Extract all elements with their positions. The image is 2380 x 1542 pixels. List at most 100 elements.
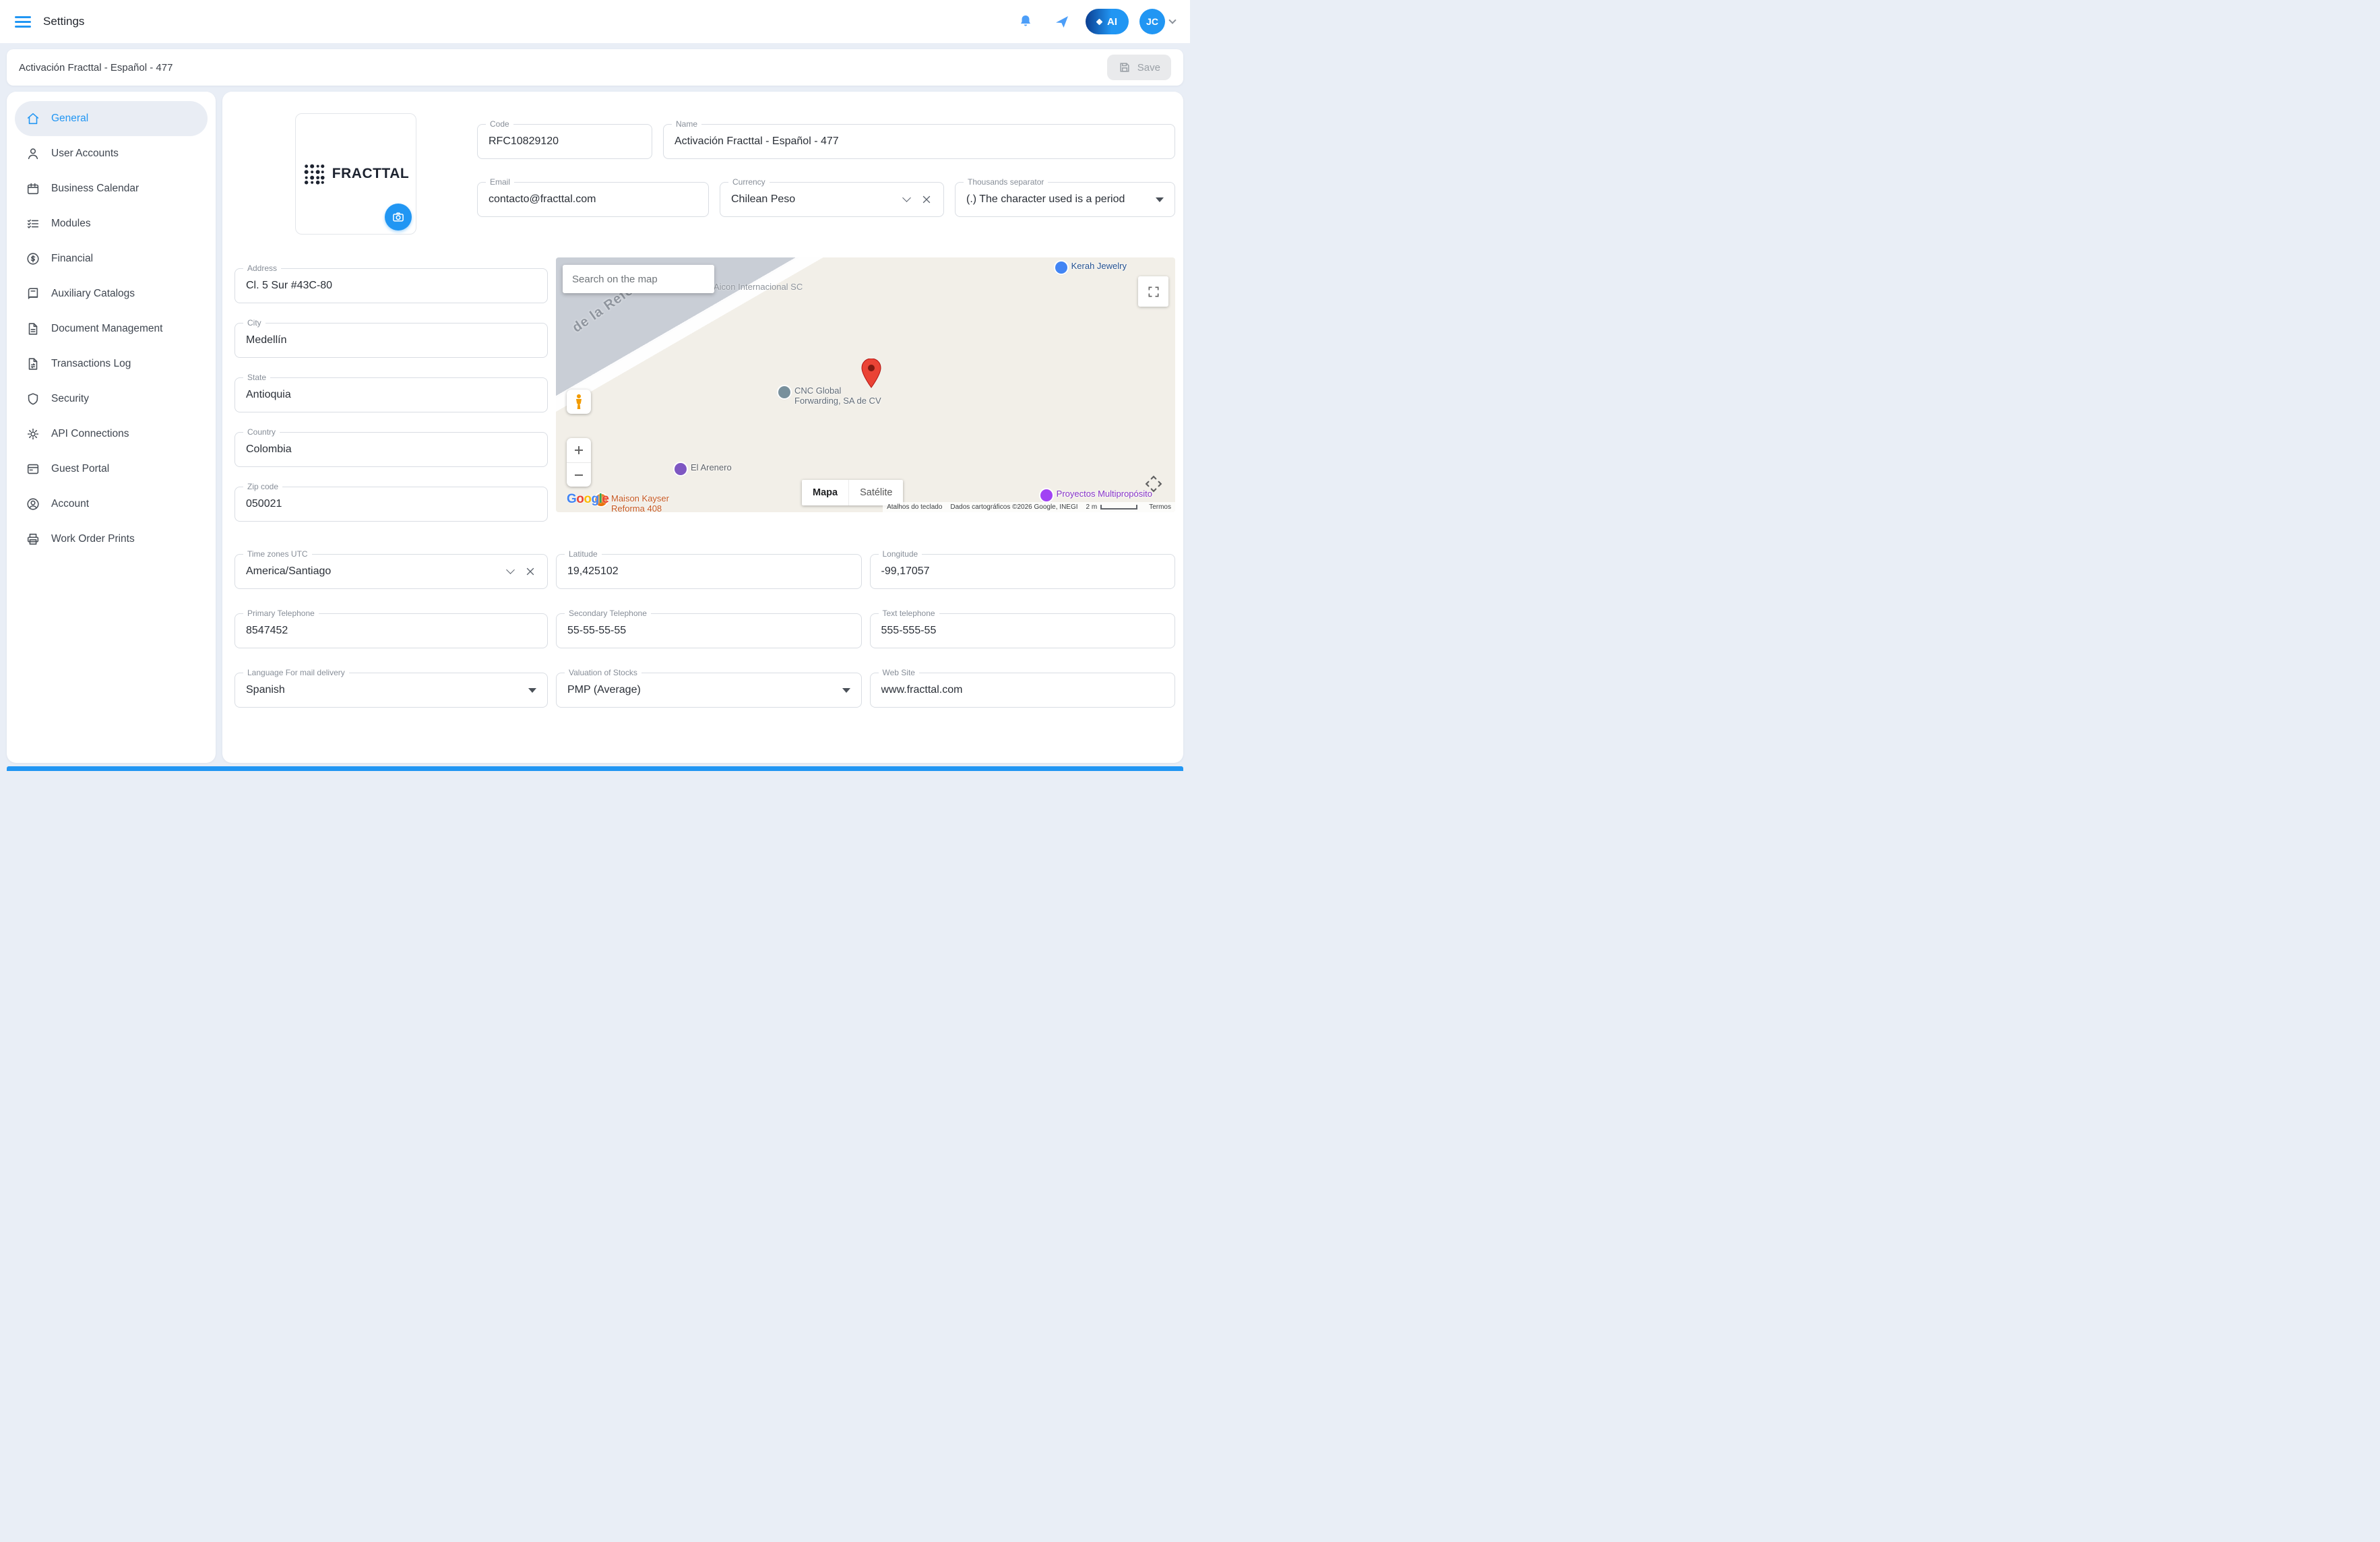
- sidebar-item-business-calendar[interactable]: Business Calendar: [15, 171, 208, 206]
- city-input[interactable]: [246, 334, 536, 346]
- timezone-select[interactable]: Time zones UTC America/Santiago: [234, 549, 548, 589]
- zip-code-field[interactable]: Zip code: [234, 482, 548, 522]
- poi-aicon-label[interactable]: Aicon Internacional SC: [714, 282, 803, 292]
- field-label: Valuation of Stocks: [565, 668, 641, 677]
- secondary-telephone-field[interactable]: Secondary Telephone: [556, 609, 862, 648]
- zoom-out-button[interactable]: [567, 462, 591, 487]
- sidebar-item-user-accounts[interactable]: User Accounts: [15, 136, 208, 171]
- sparkle-icon: [1096, 18, 1103, 25]
- text-telephone-field[interactable]: Text telephone: [869, 609, 1175, 648]
- poi-kerah[interactable]: Kerah Jewelry: [1055, 261, 1127, 274]
- clear-icon[interactable]: [524, 565, 536, 578]
- longitude-input[interactable]: [881, 565, 1164, 578]
- sidebar-item-label: Business Calendar: [51, 183, 139, 194]
- ai-assistant-button[interactable]: AI: [1086, 9, 1129, 34]
- pan-arrows-icon: [1145, 475, 1162, 493]
- map-type-mapa-button[interactable]: Mapa: [802, 480, 848, 505]
- website-input[interactable]: [881, 684, 1164, 696]
- sidebar-item-guest-portal[interactable]: Guest Portal: [15, 452, 208, 487]
- latitude-input[interactable]: [567, 565, 850, 578]
- sidebar-item-label: Work Order Prints: [51, 533, 135, 545]
- home-icon: [27, 113, 39, 125]
- sidebar-item-transactions-log[interactable]: Transactions Log: [15, 346, 208, 381]
- state-input[interactable]: [246, 389, 536, 401]
- map-pan-control[interactable]: [1140, 470, 1167, 497]
- sidebar-item-security[interactable]: Security: [15, 381, 208, 417]
- name-input[interactable]: [675, 135, 1164, 148]
- primary-telephone-input[interactable]: [246, 625, 536, 637]
- dropdown-arrow-icon: [528, 687, 536, 693]
- poi-proyectos[interactable]: Proyectos Multipropósito: [1040, 489, 1152, 501]
- email-input[interactable]: [489, 193, 697, 206]
- sidebar-item-label: Security: [51, 393, 89, 404]
- field-label: Zip code: [243, 482, 283, 491]
- zip-code-input[interactable]: [246, 498, 536, 510]
- country-field[interactable]: Country: [234, 427, 548, 467]
- text-telephone-input[interactable]: [881, 625, 1164, 637]
- dropdown-arrow-icon: [1156, 197, 1164, 202]
- address-input[interactable]: [246, 280, 536, 292]
- city-field[interactable]: City: [234, 318, 548, 358]
- google-logo[interactable]: Google: [567, 492, 609, 507]
- primary-telephone-field[interactable]: Primary Telephone: [234, 609, 548, 648]
- longitude-field[interactable]: Longitude: [869, 549, 1175, 589]
- change-logo-button[interactable]: [385, 204, 412, 230]
- notifications-button[interactable]: [1013, 9, 1038, 34]
- keyboard-shortcuts-link[interactable]: Atalhos do teclado: [883, 502, 947, 512]
- language-value: Spanish: [246, 684, 285, 696]
- secondary-telephone-input[interactable]: [567, 625, 850, 637]
- send-feedback-button[interactable]: [1049, 9, 1075, 34]
- country-input[interactable]: [246, 443, 536, 456]
- bell-icon: [1021, 16, 1030, 26]
- sidebar-item-financial[interactable]: Financial: [15, 241, 208, 276]
- street-view-pegman[interactable]: [567, 390, 591, 414]
- language-select[interactable]: Language For mail delivery Spanish: [234, 668, 548, 708]
- user-menu[interactable]: JC: [1139, 9, 1177, 34]
- clear-icon[interactable]: [920, 193, 933, 206]
- terms-link[interactable]: Termos: [1145, 502, 1175, 512]
- sidebar-item-modules[interactable]: Modules: [15, 206, 208, 241]
- code-field[interactable]: Code: [477, 119, 652, 159]
- sidebar-item-account[interactable]: Account: [15, 487, 208, 522]
- address-field[interactable]: Address: [234, 264, 548, 303]
- sidebar-item-auxiliary-catalogs[interactable]: Auxiliary Catalogs: [15, 276, 208, 311]
- chevron-down-icon: [902, 193, 911, 202]
- field-label: Longitude: [878, 549, 922, 559]
- email-field[interactable]: Email: [477, 177, 709, 217]
- field-label: Web Site: [878, 668, 919, 677]
- fracttal-logo-mark: [304, 164, 325, 185]
- thousands-separator-select[interactable]: Thousands separator (.) The character us…: [955, 177, 1175, 217]
- latitude-field[interactable]: Latitude: [556, 549, 862, 589]
- valuation-select[interactable]: Valuation of Stocks PMP (Average): [556, 668, 862, 708]
- map-zoom-control: [567, 438, 591, 487]
- currency-select[interactable]: Currency Chilean Peso: [720, 177, 944, 217]
- timezone-value: America/Santiago: [246, 565, 332, 577]
- code-input[interactable]: [489, 135, 641, 148]
- poi-cnc[interactable]: CNC Global Forwarding, SA de CV: [778, 386, 881, 406]
- menu-icon[interactable]: [15, 16, 31, 28]
- sidebar-item-general[interactable]: General: [15, 101, 208, 136]
- currency-value: Chilean Peso: [731, 193, 796, 205]
- pegman-icon: [576, 394, 582, 409]
- poi-store-icon: [675, 463, 687, 475]
- map-marker-icon[interactable]: [860, 359, 882, 388]
- website-field[interactable]: Web Site: [869, 668, 1175, 708]
- google-map[interactable]: de la Reforma Aicon Internacional SC Ker…: [556, 257, 1175, 512]
- map-fullscreen-button[interactable]: [1138, 276, 1168, 307]
- zoom-in-button[interactable]: [567, 438, 591, 462]
- map-search-box[interactable]: [563, 265, 714, 293]
- sidebar-item-document-management[interactable]: Document Management: [15, 311, 208, 346]
- plus-icon: [575, 446, 583, 454]
- save-label: Save: [1137, 61, 1160, 73]
- sidebar-item-api-connections[interactable]: API Connections: [15, 417, 208, 452]
- horizontal-scrollbar[interactable]: [7, 766, 1183, 771]
- name-field[interactable]: Name: [663, 119, 1175, 159]
- map-search-input[interactable]: [571, 272, 708, 286]
- field-label: Text telephone: [878, 609, 939, 618]
- state-field[interactable]: State: [234, 373, 548, 412]
- sidebar-item-label: General: [51, 113, 89, 124]
- save-button[interactable]: Save: [1106, 55, 1171, 80]
- sidebar-item-work-order-prints[interactable]: Work Order Prints: [15, 522, 208, 557]
- sidebar-item-label: Account: [51, 498, 90, 510]
- poi-arenero[interactable]: El Arenero: [675, 462, 732, 475]
